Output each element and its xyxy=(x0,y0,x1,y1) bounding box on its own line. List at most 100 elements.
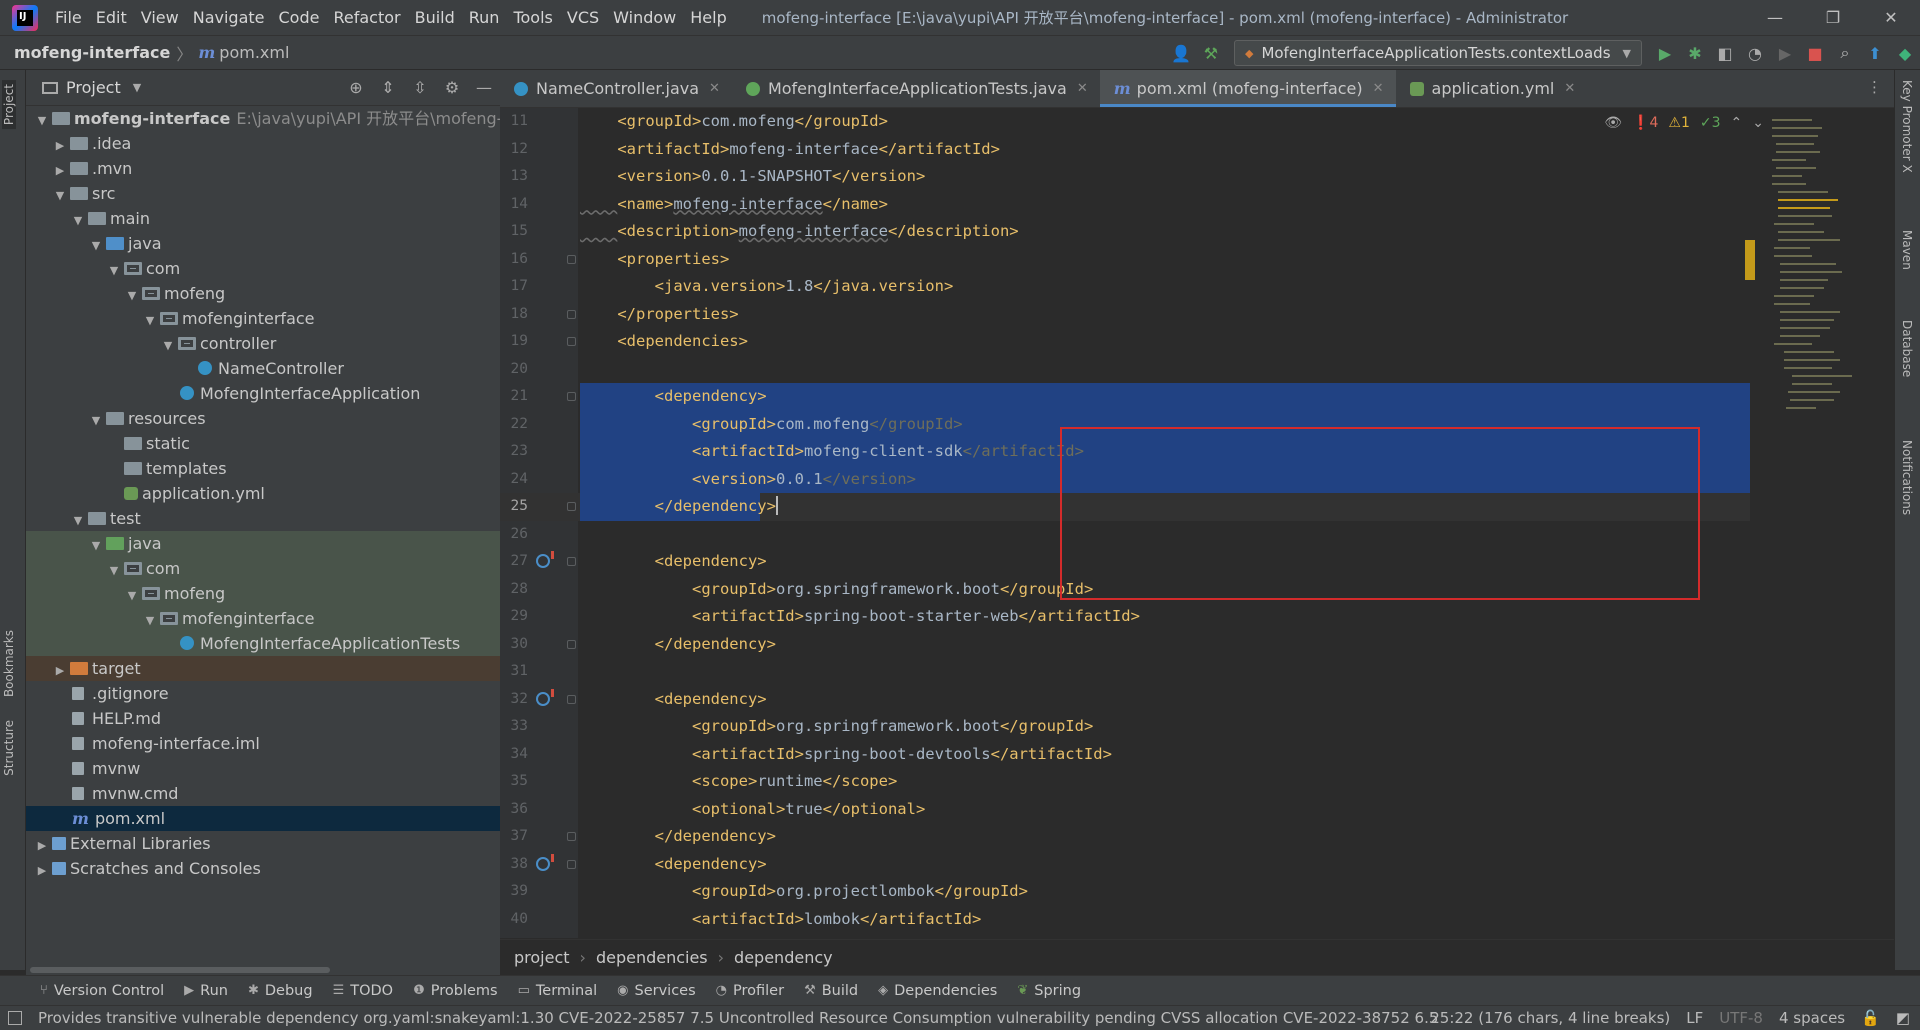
code-minimap[interactable] xyxy=(1762,115,1894,495)
chevron-right-icon[interactable]: ▶ xyxy=(52,158,68,183)
collapse-all-icon[interactable]: ⇳ xyxy=(404,78,436,97)
chevron-down-icon[interactable]: ▼ xyxy=(70,508,86,533)
close-icon[interactable]: ✕ xyxy=(709,81,720,96)
menu-help[interactable]: Help xyxy=(683,0,733,36)
nav-file[interactable]: pom.xml xyxy=(219,43,289,62)
code-line[interactable]: 25 </dependency> xyxy=(500,493,1750,521)
fold-icon[interactable] xyxy=(567,557,576,566)
tree-item[interactable]: ▼ mofeng xyxy=(26,281,500,306)
vertical-scrollbar[interactable] xyxy=(1745,240,1755,540)
menu-build[interactable]: Build xyxy=(408,0,462,36)
code-line[interactable]: 30 </dependency> xyxy=(500,631,1750,659)
code-line[interactable]: 32 <dependency> xyxy=(500,686,1750,714)
code-line[interactable]: 38 <dependency> xyxy=(500,851,1750,879)
crumb-dependencies[interactable]: dependencies xyxy=(596,948,708,967)
fold-icon[interactable] xyxy=(567,309,576,319)
expand-all-icon[interactable]: ⇕ xyxy=(372,78,404,97)
tree-item[interactable]: ▼ mofenginterface xyxy=(26,306,500,331)
chevron-down-icon[interactable]: ▼ xyxy=(106,558,122,583)
code-line[interactable]: 33 <groupId>org.springframework.boot</gr… xyxy=(500,713,1750,741)
override-marker-icon[interactable] xyxy=(536,688,554,706)
chevron-down-icon[interactable]: ▼ xyxy=(124,283,140,308)
tab-structure[interactable]: Structure xyxy=(2,720,16,776)
error-count[interactable]: ❗4 xyxy=(1632,115,1658,131)
tree-item[interactable]: ▼ mofenginterface xyxy=(26,606,500,631)
code-line[interactable]: 34 <artifactId>spring-boot-devtools</art… xyxy=(500,741,1750,769)
fold-icon[interactable] xyxy=(567,694,576,704)
tw-problems[interactable]: ❶ Problems xyxy=(413,983,498,999)
menu-vcs[interactable]: VCS xyxy=(560,0,606,36)
tab-name-controller[interactable]: NameController.java ✕ xyxy=(500,70,732,107)
tw-terminal[interactable]: ▭ Terminal xyxy=(518,983,598,999)
code-line[interactable]: 29 <artifactId>spring-boot-starter-web</… xyxy=(500,603,1750,631)
tw-debug[interactable]: ✱ Debug xyxy=(248,983,313,999)
caret-position[interactable]: 25:22 (176 chars, 4 line breaks) xyxy=(1430,1009,1670,1027)
menu-navigate[interactable]: Navigate xyxy=(186,0,272,36)
tree-item[interactable]: ▼ java xyxy=(26,231,500,256)
chevron-down-icon[interactable]: ▼ xyxy=(142,308,158,333)
close-icon[interactable]: ✕ xyxy=(1077,81,1088,96)
tree-item[interactable]: ▶ .mvn xyxy=(26,156,500,181)
tab-application-yml[interactable]: application.yml ✕ xyxy=(1396,70,1588,107)
menu-view[interactable]: View xyxy=(134,0,186,36)
chevron-right-icon[interactable]: ▶ xyxy=(34,858,50,883)
menu-run[interactable]: Run xyxy=(462,0,507,36)
tab-project[interactable]: Project xyxy=(2,80,16,130)
tree-item[interactable]: ▶ Scratches and Consoles xyxy=(26,856,500,881)
hide-icon[interactable]: — xyxy=(468,78,500,97)
indent-setting[interactable]: 4 spaces xyxy=(1779,1009,1845,1027)
tw-build[interactable]: ⚒ Build xyxy=(804,983,858,999)
code-line[interactable]: 11 <groupId>com.mofeng</groupId> xyxy=(500,108,1750,136)
tree-item[interactable]: ▼ controller xyxy=(26,331,500,356)
tab-database[interactable]: Database xyxy=(1900,320,1914,377)
code-line[interactable]: 39 <groupId>org.projectlombok</groupId> xyxy=(500,878,1750,906)
tw-dependencies[interactable]: ◈ Dependencies xyxy=(878,983,997,999)
project-view-select[interactable]: Project xyxy=(66,78,121,97)
override-marker-icon[interactable] xyxy=(536,551,554,568)
file-encoding[interactable]: UTF-8 xyxy=(1719,1009,1763,1027)
chevron-down-icon[interactable]: ▼ xyxy=(106,258,122,283)
tree-item[interactable]: MofengInterfaceApplication xyxy=(26,381,500,406)
locate-icon[interactable]: ⊕ xyxy=(340,78,372,97)
gear-icon[interactable]: ⚙ xyxy=(436,78,468,97)
restore-icon[interactable]: ❐ xyxy=(1804,0,1862,36)
fold-icon[interactable] xyxy=(567,254,576,264)
code-line[interactable]: 14 <name>mofeng-interface</name> xyxy=(500,191,1750,219)
code-line[interactable]: 37 </dependency> xyxy=(500,823,1750,851)
horizontal-scrollbar[interactable] xyxy=(26,965,500,975)
crumb-project[interactable]: project xyxy=(514,948,570,967)
layout-icon[interactable] xyxy=(8,1011,22,1025)
tree-item[interactable]: ▼ mofeng xyxy=(26,581,500,606)
reader-mode-icon[interactable]: 👁 xyxy=(1604,115,1622,131)
tab-maven[interactable]: Maven xyxy=(1900,230,1914,270)
menu-file[interactable]: File xyxy=(48,0,89,36)
code-line[interactable]: 15 <description>mofeng-interface</descri… xyxy=(500,218,1750,246)
line-separator[interactable]: LF xyxy=(1686,1009,1703,1027)
tab-key-promoter[interactable]: Key Promoter X xyxy=(1900,80,1914,173)
tw-profiler[interactable]: ◔ Profiler xyxy=(716,983,784,999)
code-line[interactable]: 20 xyxy=(500,356,1750,384)
fold-icon[interactable] xyxy=(567,832,576,841)
menu-refactor[interactable]: Refactor xyxy=(326,0,407,36)
tw-todo[interactable]: ☰ TODO xyxy=(333,983,394,999)
tw-run[interactable]: ▶ Run xyxy=(184,983,228,999)
chevron-up-icon[interactable]: ⌃ xyxy=(1731,115,1743,131)
fold-icon[interactable] xyxy=(567,392,576,401)
code-line[interactable]: 40 <artifactId>lombok</artifactId> xyxy=(500,906,1750,934)
override-marker-icon[interactable] xyxy=(536,853,554,871)
tree-item[interactable]: ▼ src xyxy=(26,181,500,206)
code-line[interactable]: 26 xyxy=(500,521,1750,549)
tree-item[interactable]: ▶ External Libraries xyxy=(26,831,500,856)
toolbox-icon[interactable]: ◆ xyxy=(1890,44,1920,63)
scrollbar-thumb[interactable] xyxy=(30,967,330,973)
code-line[interactable]: 27 <dependency> xyxy=(500,548,1750,576)
fold-icon[interactable] xyxy=(567,502,576,511)
crumb-dependency[interactable]: dependency xyxy=(734,948,833,967)
tw-services[interactable]: ◉ Services xyxy=(617,983,696,999)
update-icon[interactable]: ⬆ xyxy=(1860,44,1890,63)
profile-icon[interactable]: ◔ xyxy=(1740,44,1770,63)
tree-item[interactable]: ▼ main xyxy=(26,206,500,231)
fold-icon[interactable] xyxy=(567,639,576,649)
tree-item[interactable]: MofengInterfaceApplicationTests xyxy=(26,631,500,656)
stop-icon[interactable]: ■ xyxy=(1800,44,1830,63)
